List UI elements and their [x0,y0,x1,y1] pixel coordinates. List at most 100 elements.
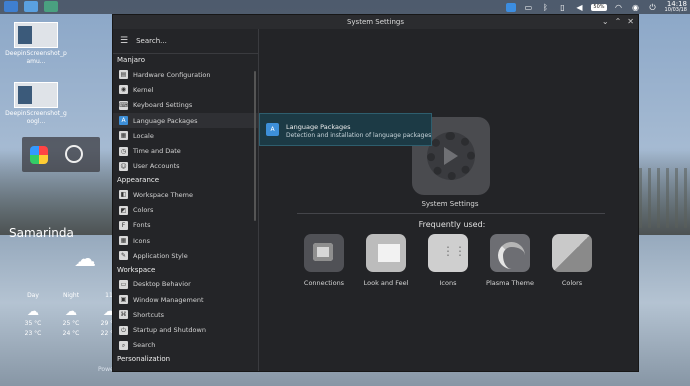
tile-plasma-theme[interactable]: Plasma Theme [486,234,534,287]
system-tray: ▭ ᛒ ▯ ◀ 50% ◠ ◉ ⏻ 14:18 10/03/18 [506,0,690,14]
desktop-file-1[interactable]: DeepinScreenshot_p amu... [4,22,68,66]
sidebar-item-fonts[interactable]: F Fonts [113,218,258,233]
desktop-file-label: DeepinScreenshot_g oogl... [5,110,67,125]
wallpaper-bridge [630,168,690,228]
maximize-icon[interactable]: ⌃ [615,15,622,29]
launcher-icon[interactable] [4,1,18,12]
sidebar-item-icons[interactable]: ▦ Icons [113,233,258,248]
rain-cloud-icon: ☁ [74,247,96,272]
circle-icon[interactable] [65,145,83,163]
forecast-high: 25 °C [62,320,80,327]
tile-label: Connections [303,279,345,287]
sidebar: ☰ Search... Manjaro ▤ Hardware Configurat… [113,29,259,371]
sidebar-item-label: Kernel [133,85,154,94]
search-input[interactable]: Search... [136,37,167,45]
clock[interactable]: 14:18 10/03/18 [664,1,687,14]
icons-icon: ▦ [119,236,128,246]
sidebar-item-time-and-date[interactable]: ◷ Time and Date [113,143,258,158]
sidebar-item-label: Language Packages [133,116,198,125]
play-icon [444,147,458,165]
file-thumbnail [14,82,58,108]
app-icon[interactable] [44,1,58,12]
app-launcher-icon[interactable] [30,146,48,164]
colors-icon [552,234,592,272]
top-panel: ▭ ᛒ ▯ ◀ 50% ◠ ◉ ⏻ 14:18 10/03/18 [0,0,690,14]
desktop-file-label: DeepinScreenshot_p amu... [5,50,67,65]
sidebar-item-language-packages[interactable]: A Language Packages [113,112,258,129]
tile-colors[interactable]: Colors [551,234,593,287]
plasma-icon [490,234,530,272]
title-bar[interactable]: System Settings ⌄ ⌃ ✕ [113,15,638,29]
weather-city: Samarinda [9,226,74,240]
volume-icon[interactable]: ◀ [574,3,584,12]
desktop-file-2[interactable]: DeepinScreenshot_g oogl... [4,82,68,126]
power-icon[interactable]: ⏻ [648,3,658,12]
window-title: System Settings [346,18,405,26]
group-header-workspace: Workspace [117,265,156,274]
group-header-manjaro: Manjaro [117,56,146,64]
tooltip-title: Language Packages [286,123,351,131]
update-icon[interactable]: ◉ [631,3,641,12]
sidebar-item-label: Startup and Shutdown [133,326,206,335]
sidebar-item-label: Time and Date [133,147,181,156]
network-icon [304,234,344,272]
clipboard-icon[interactable]: ▯ [557,3,567,12]
locale-icon: ▦ [119,131,128,141]
main-panel: System Settings Frequently used: Connect… [259,29,638,371]
tile-icons[interactable]: Icons [427,234,469,287]
sidebar-item-label: Keyboard Settings [133,101,193,110]
sidebar-item-search[interactable]: ⌕ Search [113,338,258,353]
sidebar-item-locale[interactable]: ▦ Locale [113,128,258,143]
look-and-feel-icon [366,234,406,272]
file-thumbnail [14,22,58,48]
icons-icon [428,234,468,272]
clock-date: 10/03/18 [664,7,687,13]
tile-connections[interactable]: Connections [303,234,345,287]
desktop-icon: ▭ [119,279,128,289]
sidebar-item-keyboard-settings[interactable]: ⌨ Keyboard Settings [113,98,258,113]
sidebar-item-window-management[interactable]: ▣ Window Management [113,292,258,307]
search-bar: ☰ Search... [113,29,258,54]
hardware-icon: ▤ [119,70,128,80]
sidebar-item-desktop-behavior[interactable]: ▭ Desktop Behavior [113,277,258,292]
brush-icon: ✎ [119,251,128,261]
sidebar-item-startup-and-shutdown[interactable]: ⏻ Startup and Shutdown [113,322,258,337]
screen-icon[interactable] [506,2,517,12]
sidebar-item-label: Desktop Behavior [133,280,191,289]
tile-label: Plasma Theme [486,279,534,287]
tile-label: Icons [439,279,457,287]
sidebar-item-hardware-configuration[interactable]: ▤ Hardware Configuration [113,67,258,82]
sidebar-item-label: Hardware Configuration [133,70,211,79]
sidebar-item-application-style[interactable]: ✎ Application Style [113,248,258,263]
divider [297,213,605,214]
battery-indicator[interactable]: 50% [591,3,607,11]
sidebar-item-workspace-theme[interactable]: ◧ Workspace Theme [113,187,258,202]
window-icon: ▣ [119,295,128,304]
sidebar-item-label: Locale [133,131,154,140]
wifi-icon[interactable]: ◠ [614,3,624,12]
sidebar-item-colors[interactable]: ◩ Colors [113,202,258,217]
minimize-icon[interactable]: ⌄ [602,15,609,29]
hamburger-menu-icon[interactable]: ☰ [120,36,128,46]
bluetooth-icon[interactable]: ᛒ [540,3,550,12]
search-icon: ⌕ [119,340,128,350]
window-buttons: ⌄ ⌃ ✕ [602,15,634,29]
startup-icon: ⏻ [119,325,128,335]
kernel-icon: ◉ [119,85,128,95]
sidebar-item-kernel[interactable]: ◉ Kernel [113,82,258,97]
folder-icon[interactable] [24,1,38,12]
main-title: System Settings [421,200,479,208]
sidebar-item-label: Shortcuts [133,310,165,319]
group-header-appearance: Appearance [117,176,160,185]
sidebar-item-shortcuts[interactable]: ⌘ Shortcuts [113,307,258,322]
tile-look-and-feel[interactable]: Look and Feel [364,234,408,287]
sidebar-item-user-accounts[interactable]: ☺ User Accounts [113,159,258,174]
sidebar-item-label: User Accounts [133,162,180,171]
close-icon[interactable]: ✕ [627,15,634,29]
sidebar-scrollbar[interactable] [254,71,256,221]
window-icon[interactable]: ▭ [523,3,533,12]
language-icon: A [266,123,279,136]
frequently-used-heading: Frequently used: [418,220,486,229]
group-header-personalization: Personalization [117,355,171,364]
widget-toolbar [22,137,100,172]
